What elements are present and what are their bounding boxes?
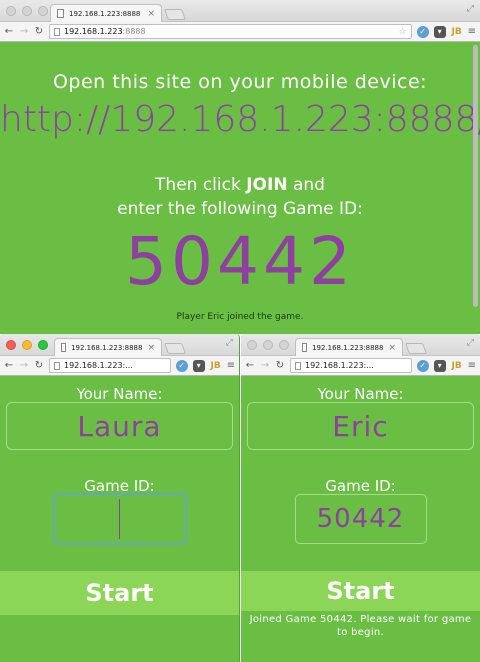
pocket-icon[interactable]: ▾ bbox=[433, 359, 446, 372]
forward-icon[interactable]: → bbox=[19, 26, 29, 37]
address-host: 192.168.1.223 bbox=[64, 27, 123, 36]
browser-tab[interactable]: 192.168.1.223:8888 × bbox=[54, 338, 162, 356]
join-status-message: Joined Game 50442. Please wait for game … bbox=[249, 614, 472, 638]
browser-toolbar: ← → ↻ 192.168.1.223:... ✓ ▾ JB ≡ bbox=[0, 356, 239, 376]
start-button[interactable]: Start bbox=[0, 571, 239, 615]
start-button[interactable]: Start bbox=[241, 571, 480, 611]
back-icon[interactable]: ← bbox=[245, 360, 255, 371]
extension-compass-icon[interactable]: ✓ bbox=[175, 359, 188, 372]
window-controls[interactable] bbox=[6, 340, 48, 350]
jetbrains-extension-icon[interactable]: JB bbox=[451, 26, 463, 38]
player-browser-window-eric: 192.168.1.223:8888 × ⤢ ← → ↻ 192.168.1.2… bbox=[241, 334, 480, 662]
back-icon[interactable]: ← bbox=[4, 26, 14, 37]
page-info-icon[interactable] bbox=[54, 27, 60, 36]
new-tab-button[interactable] bbox=[163, 9, 187, 20]
name-input[interactable]: Laura bbox=[6, 402, 233, 450]
menu-icon[interactable]: ≡ bbox=[468, 360, 476, 371]
close-window-button[interactable] bbox=[6, 6, 16, 16]
menu-icon[interactable]: ≡ bbox=[227, 360, 235, 371]
player-status: Player Eric joined the game. bbox=[176, 312, 304, 322]
fullscreen-icon[interactable]: ⤢ bbox=[467, 338, 474, 348]
close-tab-icon[interactable]: × bbox=[147, 9, 155, 19]
jetbrains-extension-icon[interactable]: JB bbox=[451, 360, 463, 372]
pocket-icon[interactable]: ▾ bbox=[192, 359, 205, 372]
site-url: http://192.168.1.223:8888/ bbox=[0, 99, 480, 140]
page-icon bbox=[302, 343, 308, 352]
browser-tab[interactable]: 192.168.1.223:8888 × bbox=[50, 4, 162, 22]
address-port: :8888 bbox=[122, 27, 146, 36]
zoom-window-button[interactable] bbox=[38, 6, 48, 16]
then-prefix: Then click bbox=[155, 175, 241, 195]
join-page: Your Name: Eric Game ID: 50442 Start Joi… bbox=[241, 377, 480, 662]
text-caret bbox=[119, 499, 120, 539]
tab-title: 192.168.1.223:8888 bbox=[69, 9, 141, 18]
page-icon bbox=[57, 9, 64, 18]
host-browser-window: 192.168.1.223:8888 × ⤢ ← → ↻ 192.168.1.2… bbox=[0, 0, 480, 334]
minimize-window-button[interactable] bbox=[22, 6, 32, 16]
address-text: 192.168.1.223:... bbox=[64, 361, 133, 370]
zoom-window-button[interactable] bbox=[279, 340, 289, 350]
host-page: Open this site on your mobile device: ht… bbox=[0, 43, 480, 334]
close-tab-icon[interactable]: × bbox=[147, 343, 155, 353]
forward-icon[interactable]: → bbox=[19, 360, 29, 371]
page-info-icon[interactable] bbox=[295, 361, 301, 370]
game-id-display: 50442 bbox=[125, 223, 355, 300]
address-bar[interactable]: 192.168.1.223:... bbox=[290, 358, 412, 373]
tab-title: 192.168.1.223:8888 bbox=[71, 343, 143, 352]
tab-strip: 192.168.1.223:8888 × ⤢ bbox=[0, 334, 239, 356]
browser-toolbar: ← → ↻ 192.168.1.223:... ✓ ▾ JB ≡ bbox=[241, 356, 480, 376]
game-id-input[interactable] bbox=[53, 494, 186, 544]
page-icon bbox=[61, 343, 67, 352]
join-keyword: JOIN bbox=[246, 175, 288, 195]
address-bar[interactable]: 192.168.1.223:... bbox=[49, 358, 171, 373]
new-tab-button[interactable] bbox=[404, 343, 428, 354]
instruction-text: Open this site on your mobile device: bbox=[52, 71, 428, 93]
then-suffix: and bbox=[292, 175, 325, 195]
close-tab-icon[interactable]: × bbox=[388, 343, 396, 353]
browser-tab[interactable]: 192.168.1.223:8888 × bbox=[295, 338, 403, 356]
reload-icon[interactable]: ↻ bbox=[34, 26, 44, 37]
jetbrains-extension-icon[interactable]: JB bbox=[210, 360, 222, 372]
address-bar[interactable]: 192.168.1.223:8888 ☆ bbox=[49, 24, 412, 39]
reload-icon[interactable]: ↻ bbox=[275, 360, 285, 371]
page-info-icon[interactable] bbox=[54, 361, 60, 370]
close-window-button[interactable] bbox=[6, 340, 16, 350]
window-controls[interactable] bbox=[247, 340, 289, 350]
minimize-window-button[interactable] bbox=[22, 340, 32, 350]
extension-compass-icon[interactable]: ✓ bbox=[416, 359, 429, 372]
name-label: Your Name: bbox=[76, 385, 163, 403]
name-input[interactable]: Eric bbox=[247, 402, 474, 450]
fullscreen-icon[interactable]: ⤢ bbox=[226, 338, 233, 348]
window-controls[interactable] bbox=[6, 6, 48, 16]
game-id-label: Game ID: bbox=[325, 477, 396, 495]
tab-strip: 192.168.1.223:8888 × ⤢ bbox=[241, 334, 480, 356]
then-line2: enter the following Game ID: bbox=[117, 199, 363, 219]
join-instructions: Then click JOIN and enter the following … bbox=[0, 173, 480, 221]
browser-toolbar: ← → ↻ 192.168.1.223:8888 ☆ ✓ ▾ JB ≡ bbox=[0, 22, 480, 42]
forward-icon[interactable]: → bbox=[260, 360, 270, 371]
bookmark-star-icon[interactable]: ☆ bbox=[399, 27, 407, 37]
game-id-input[interactable]: 50442 bbox=[294, 494, 427, 544]
fullscreen-icon[interactable]: ⤢ bbox=[467, 4, 474, 14]
game-id-label: Game ID: bbox=[84, 477, 155, 495]
extension-compass-icon[interactable]: ✓ bbox=[416, 25, 429, 38]
player-browser-window-laura: 192.168.1.223:8888 × ⤢ ← → ↻ 192.168.1.2… bbox=[0, 334, 240, 662]
back-icon[interactable]: ← bbox=[4, 360, 14, 371]
minimize-window-button[interactable] bbox=[263, 340, 273, 350]
close-window-button[interactable] bbox=[247, 340, 257, 350]
reload-icon[interactable]: ↻ bbox=[34, 360, 44, 371]
tab-strip: 192.168.1.223:8888 × ⤢ bbox=[0, 0, 480, 22]
new-tab-button[interactable] bbox=[163, 343, 187, 354]
name-label: Your Name: bbox=[317, 385, 404, 403]
menu-icon[interactable]: ≡ bbox=[468, 26, 476, 37]
scrollbar[interactable] bbox=[473, 45, 478, 307]
zoom-window-button[interactable] bbox=[38, 340, 48, 350]
tab-title: 192.168.1.223:8888 bbox=[312, 343, 384, 352]
pocket-icon[interactable]: ▾ bbox=[433, 25, 446, 38]
join-page: Your Name: Laura Game ID: Start bbox=[0, 377, 239, 662]
address-text: 192.168.1.223:... bbox=[305, 361, 374, 370]
